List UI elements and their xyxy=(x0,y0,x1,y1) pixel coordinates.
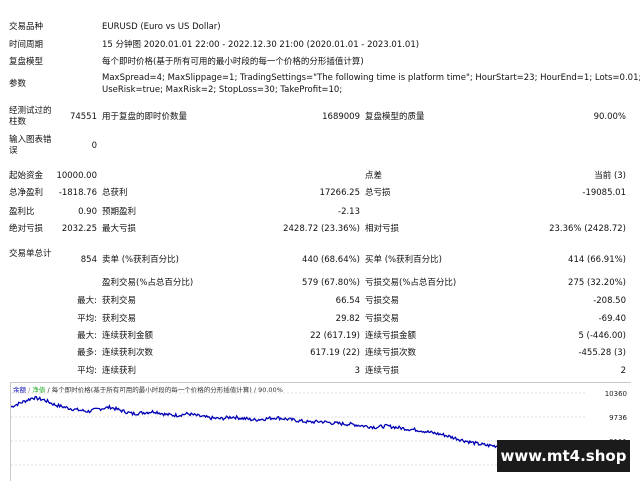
avg-loss-label: 亏损交易 xyxy=(365,314,400,324)
deposit-label: 起始资金 xyxy=(9,171,44,181)
largest-loss-label: 亏损交易 xyxy=(365,296,400,306)
grossloss-label: 总亏损 xyxy=(365,188,391,198)
avg-loss-value: -69.40 xyxy=(598,314,626,324)
grossprofit-label: 总获利 xyxy=(102,188,128,198)
profittrades-label: 盈利交易(%占总百分比) xyxy=(102,278,194,288)
maxcons-label: 最大: xyxy=(77,331,97,341)
bars-value: 74551 xyxy=(69,112,97,122)
model-label: 复盘模型 xyxy=(9,57,44,67)
params-line1: MaxSpread=4; MaxSlippage=1; TradingSetti… xyxy=(102,73,640,83)
long-value: 414 (66.91%) xyxy=(568,255,626,265)
y-tick-label: 10360 xyxy=(605,390,627,398)
reldd-value: 23.36% (2428.72) xyxy=(549,224,626,234)
model-value: 每个即时价格(基于所有可用的最小时段的每一个价格的分形插值计算) xyxy=(102,57,364,67)
period-label: 时间周期 xyxy=(9,40,44,50)
avg-profit-value: 29.82 xyxy=(335,314,360,324)
avgcons-label: 平均: xyxy=(77,366,97,376)
losstrades-label: 亏损交易(%占总百分比) xyxy=(365,278,457,288)
pf-value: 0.90 xyxy=(78,207,97,217)
watermark: www.mt4.shop xyxy=(497,440,630,472)
ticks-label: 用于复盘的即时价数量 xyxy=(102,112,188,122)
symbol-value: EURUSD (Euro vs US Dollar) xyxy=(102,22,221,32)
params-label: 参数 xyxy=(9,79,27,89)
symbol-label: 交易品种 xyxy=(9,22,44,32)
ticks-value: 1689009 xyxy=(322,112,360,122)
pf-label: 盈利比 xyxy=(9,207,35,217)
maxconsp-wins-value: 617.19 (22) xyxy=(310,348,360,358)
y-tick-label: 9736 xyxy=(609,414,627,422)
largest-profit-value: 66.54 xyxy=(335,296,360,306)
maxdd-value: 2428.72 (23.36%) xyxy=(283,224,360,234)
avgcons-wins-value: 3 xyxy=(354,366,360,376)
netprofit-label: 总净盈利 xyxy=(9,188,44,198)
maxcons-losses-label: 连续亏损金额 xyxy=(365,331,417,341)
maxcons-losses-value: 5 (-446.00) xyxy=(578,331,626,341)
maxconsp-wins-label: 连续获利次数 xyxy=(102,348,154,358)
maxconsp-label: 最多: xyxy=(77,348,97,358)
losstrades-value: 275 (32.20%) xyxy=(568,278,626,288)
grossprofit-value: 17266.25 xyxy=(319,188,360,198)
profittrades-value: 579 (67.80%) xyxy=(302,278,360,288)
long-label: 买单 (%获利百分比) xyxy=(365,255,442,265)
avgcons-losses-value: 2 xyxy=(620,366,626,376)
short-value: 440 (68.64%) xyxy=(302,255,360,265)
largest-profit-label: 获利交易 xyxy=(102,296,137,306)
maxconsp-losses-label: 连续亏损次数 xyxy=(365,348,417,358)
grossloss-value: -19085.01 xyxy=(582,188,626,198)
avg-profit-label: 获利交易 xyxy=(102,314,137,324)
absdd-label: 绝对亏损 xyxy=(9,224,44,234)
quality-label: 复盘模型的质量 xyxy=(365,112,425,122)
largest-label: 最大: xyxy=(77,296,97,306)
largest-loss-value: -208.50 xyxy=(593,296,626,306)
deposit-value: 10000.00 xyxy=(56,171,97,181)
errors-value: 0 xyxy=(91,141,97,151)
trades-value: 854 xyxy=(80,255,97,265)
absdd-value: 2032.25 xyxy=(61,224,97,234)
maxdd-label: 最大亏损 xyxy=(102,224,137,234)
netprofit-value: -1818.76 xyxy=(58,188,97,198)
short-label: 卖单 (%获利百分比) xyxy=(102,255,179,265)
avgcons-losses-label: 连续亏损 xyxy=(365,366,400,376)
reldd-label: 相对亏损 xyxy=(365,224,400,234)
maxconsp-losses-value: -455.28 (3) xyxy=(578,348,626,358)
average-label: 平均: xyxy=(77,314,97,324)
avgcons-wins-label: 连续获利 xyxy=(102,366,137,376)
quality-value: 90.00% xyxy=(593,112,626,122)
params-line2: UseRisk=true; MaxRisk=2; StopLoss=30; Ta… xyxy=(102,85,343,95)
spread-value: 当前 (3) xyxy=(594,171,626,181)
maxcons-wins-label: 连续获利金额 xyxy=(102,331,154,341)
spread-label: 点差 xyxy=(365,171,383,181)
maxcons-wins-value: 22 (617.19) xyxy=(310,331,360,341)
payoff-label: 预期盈利 xyxy=(102,207,137,217)
payoff-value: -2.13 xyxy=(338,207,360,217)
period-value: 15 分钟图 2020.01.01 22:00 - 2022.12.30 21:… xyxy=(102,40,420,50)
